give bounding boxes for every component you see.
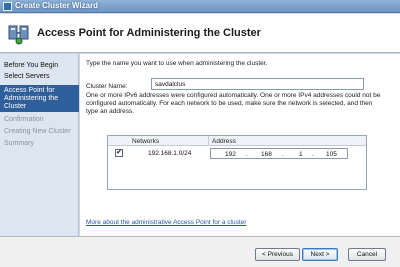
page-title: Access Point for Administering the Clust…	[37, 27, 261, 39]
ip-dot: .	[312, 151, 314, 158]
ip-octet-4[interactable]: 105	[326, 151, 337, 158]
instruction-text: Type the name you want to use when admin…	[86, 60, 268, 67]
previous-button[interactable]: < Previous	[255, 248, 300, 261]
ip-address-field[interactable]: 192 . 168 . 1 . 105	[210, 148, 348, 159]
table-row: ✔ 192.168.1.0/24 192 . 168 . 1 . 105	[108, 148, 366, 159]
cluster-wizard-icon	[3, 2, 12, 11]
column-header-address[interactable]: Address	[212, 138, 236, 145]
ip-octet-1[interactable]: 192	[225, 151, 236, 158]
wizard-footer: < Previous Next > Cancel	[0, 236, 400, 267]
cluster-access-point-icon	[8, 25, 29, 45]
sidebar-item-creating-new-cluster: Creating New Cluster	[4, 128, 71, 135]
ip-octet-3[interactable]: 1	[299, 151, 303, 158]
wizard-content: Type the name you want to use when admin…	[80, 54, 400, 236]
window-title: Create Cluster Wizard	[15, 1, 99, 10]
column-header-networks[interactable]: Networks	[132, 138, 159, 145]
cluster-name-label: Cluster Name:	[86, 83, 128, 90]
ip-octet-2[interactable]: 168	[261, 151, 272, 158]
sidebar-item-before-you-begin[interactable]: Before You Begin	[0, 62, 79, 70]
networks-grid: Networks Address ✔ 192.168.1.0/24 192 . …	[107, 135, 367, 190]
cluster-name-input[interactable]	[151, 78, 364, 90]
grid-header: Networks Address	[108, 136, 366, 146]
sidebar-item-confirmation: Confirmation	[4, 116, 44, 123]
column-divider	[208, 136, 209, 146]
network-cell: 192.168.1.0/24	[148, 150, 192, 157]
sidebar-item-select-servers[interactable]: Select Servers	[0, 73, 79, 81]
more-about-access-point-link[interactable]: More about the administrative Access Poi…	[86, 219, 246, 226]
cancel-button[interactable]: Cancel	[348, 248, 386, 261]
wizard-steps-sidebar: Before You Begin Select Servers Access P…	[0, 54, 79, 236]
next-button[interactable]: Next >	[302, 248, 338, 261]
ip-dot: .	[246, 151, 248, 158]
wizard-header: Access Point for Administering the Clust…	[0, 14, 400, 53]
sidebar-item-summary: Summary	[4, 140, 34, 147]
sidebar-item-access-point[interactable]: Access Point for Administering the Clust…	[0, 85, 79, 112]
ip-dot: .	[282, 151, 284, 158]
window-titlebar: Create Cluster Wizard	[0, 0, 400, 13]
network-checkbox[interactable]: ✔	[115, 149, 123, 157]
address-info-text: One or more IPv6 addresses were configur…	[86, 92, 381, 115]
